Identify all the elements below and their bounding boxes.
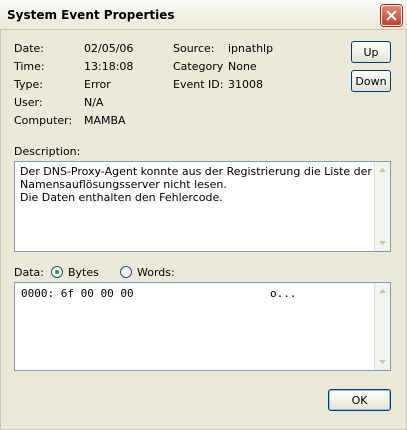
event-id-value: 31008	[228, 78, 263, 91]
description-line: Namensauflösungsserver nicht lesen.	[20, 178, 227, 191]
words-radio[interactable]	[120, 266, 132, 278]
close-icon	[386, 10, 397, 21]
ok-button[interactable]: OK	[328, 389, 391, 411]
down-button[interactable]: Down	[351, 70, 391, 92]
close-button[interactable]	[381, 5, 402, 26]
time-value: 13:18:08	[84, 60, 134, 73]
description-text: Der DNS-Proxy-Agent konnte aus der Regis…	[20, 165, 372, 204]
scroll-up-arrow-icon[interactable]	[375, 162, 390, 178]
description-scrollbar[interactable]	[374, 162, 390, 251]
category-value: None	[228, 60, 257, 73]
up-button[interactable]: Up	[351, 41, 391, 63]
hex-bytes: 0000: 6f 00 00 00	[21, 287, 134, 300]
data-scrollbar[interactable]	[374, 283, 390, 370]
window-title: System Event Properties	[7, 8, 175, 22]
ascii-bytes: o...	[270, 287, 297, 300]
scroll-down-arrow-icon[interactable]	[375, 235, 390, 251]
date-label: Date:	[14, 42, 44, 55]
bytes-radio[interactable]	[51, 266, 63, 278]
bytes-radio-label[interactable]: Bytes	[68, 266, 99, 279]
time-label: Time:	[14, 60, 45, 73]
source-label: Source:	[173, 42, 215, 55]
scroll-up-arrow-icon[interactable]	[375, 283, 390, 299]
category-label: Category	[173, 60, 224, 73]
computer-value: MAMBA	[84, 114, 126, 127]
source-value: ipnathlp	[228, 42, 274, 55]
description-line: Der DNS-Proxy-Agent konnte aus der Regis…	[20, 165, 372, 178]
date-value: 02/05/06	[84, 42, 134, 55]
description-line: Die Daten enthalten den Fehlercode.	[20, 191, 223, 204]
computer-label: Computer:	[14, 114, 73, 127]
title-bar: System Event Properties	[0, 0, 407, 30]
data-textarea[interactable]: 0000: 6f 00 00 00 o...	[14, 282, 391, 371]
user-label: User:	[14, 96, 43, 109]
user-value: N/A	[84, 96, 104, 109]
scroll-down-arrow-icon[interactable]	[375, 354, 390, 370]
words-radio-label[interactable]: Words:	[137, 266, 175, 279]
type-label: Type:	[14, 78, 43, 91]
radio-selected-dot	[55, 270, 59, 274]
event-id-label: Event ID:	[173, 78, 224, 91]
data-label: Data:	[14, 266, 44, 279]
description-textarea[interactable]: Der DNS-Proxy-Agent konnte aus der Regis…	[14, 161, 391, 252]
description-label: Description:	[14, 145, 81, 158]
type-value: Error	[84, 78, 111, 91]
